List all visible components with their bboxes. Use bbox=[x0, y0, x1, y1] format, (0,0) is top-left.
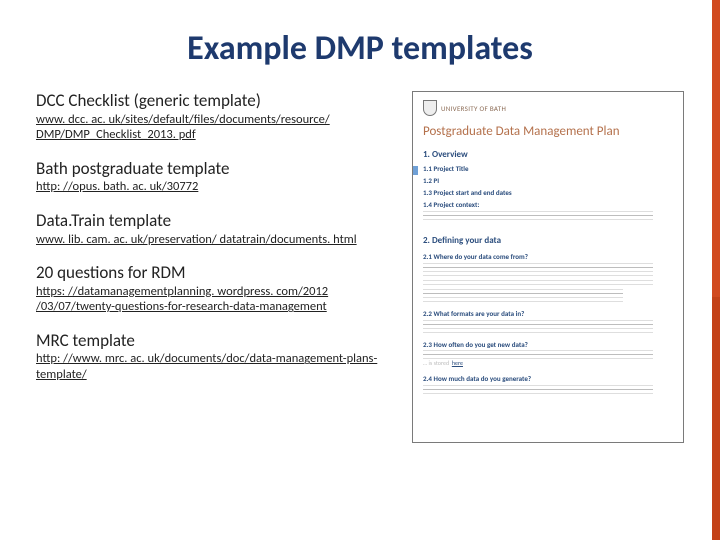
preview-placeholder-text bbox=[423, 211, 673, 221]
greek-text-icon bbox=[423, 320, 653, 334]
margin-marker-icon bbox=[413, 166, 418, 175]
template-list: DCC Checklist (generic template) www. dc… bbox=[36, 91, 398, 443]
slide-title: Example DMP templates bbox=[36, 28, 684, 69]
template-20questions: 20 questions for RDM https: //datamanage… bbox=[36, 263, 398, 315]
preview-item: 2.3 How often do you get new data? bbox=[423, 340, 673, 349]
greek-text-icon bbox=[423, 263, 653, 285]
preview-header: UNIVERSITY OF BATH bbox=[423, 100, 673, 116]
preview-item: 1.4 Project context: bbox=[423, 200, 673, 209]
university-crest: UNIVERSITY OF BATH bbox=[423, 100, 506, 116]
template-link[interactable]: www. lib. cam. ac. uk/preservation/ data… bbox=[36, 232, 398, 248]
template-link[interactable]: www. dcc. ac. uk/sites/default/files/doc… bbox=[36, 112, 398, 143]
preview-placeholder-text bbox=[423, 263, 673, 303]
template-link[interactable]: https: //datamanagementplanning. wordpre… bbox=[36, 284, 398, 315]
preview-inline-link: here bbox=[452, 359, 463, 367]
shield-icon bbox=[423, 100, 437, 116]
preview-placeholder-text bbox=[423, 320, 673, 334]
greek-text-icon bbox=[423, 289, 623, 303]
greek-text-icon bbox=[423, 211, 653, 221]
preview-item: 2.1 Where do your data come from? bbox=[423, 252, 673, 261]
template-link[interactable]: http: //opus. bath. ac. uk/30772 bbox=[36, 179, 398, 195]
preview-item: 1.3 Project start and end dates bbox=[423, 188, 673, 197]
preview-item: 1.2 PI bbox=[423, 176, 673, 185]
preview-item: 2.4 How much data do you generate? bbox=[423, 374, 673, 383]
template-heading: MRC template bbox=[36, 331, 398, 351]
preview-section-heading: 2. Defining your data bbox=[423, 235, 673, 246]
template-heading: Data.Train template bbox=[36, 211, 398, 231]
preview-body-text: … is stored here bbox=[423, 350, 673, 368]
template-heading: 20 questions for RDM bbox=[36, 263, 398, 283]
template-heading: DCC Checklist (generic template) bbox=[36, 91, 398, 111]
content-row: DCC Checklist (generic template) www. dc… bbox=[36, 91, 684, 443]
template-bath: Bath postgraduate template http: //opus.… bbox=[36, 159, 398, 195]
greek-text-icon bbox=[423, 385, 653, 395]
preview-item: 2.2 What formats are your data in? bbox=[423, 309, 673, 318]
preview-doc-title: Postgraduate Data Management Plan bbox=[423, 122, 673, 139]
university-name: UNIVERSITY OF BATH bbox=[441, 104, 506, 113]
preview-item: 1.1 Project Title bbox=[423, 164, 673, 173]
template-mrc: MRC template http: //www. mrc. ac. uk/do… bbox=[36, 331, 398, 383]
template-datatrain: Data.Train template www. lib. cam. ac. u… bbox=[36, 211, 398, 247]
slide: Example DMP templates DCC Checklist (gen… bbox=[0, 0, 720, 540]
preview-section-heading: 1. Overview bbox=[423, 149, 673, 160]
template-heading: Bath postgraduate template bbox=[36, 159, 398, 179]
template-dcc: DCC Checklist (generic template) www. dc… bbox=[36, 91, 398, 143]
document-preview: UNIVERSITY OF BATH Postgraduate Data Man… bbox=[412, 91, 684, 443]
preview-placeholder-text bbox=[423, 385, 673, 395]
template-link[interactable]: http: //www. mrc. ac. uk/documents/doc/d… bbox=[36, 351, 398, 382]
accent-bar bbox=[712, 0, 720, 540]
